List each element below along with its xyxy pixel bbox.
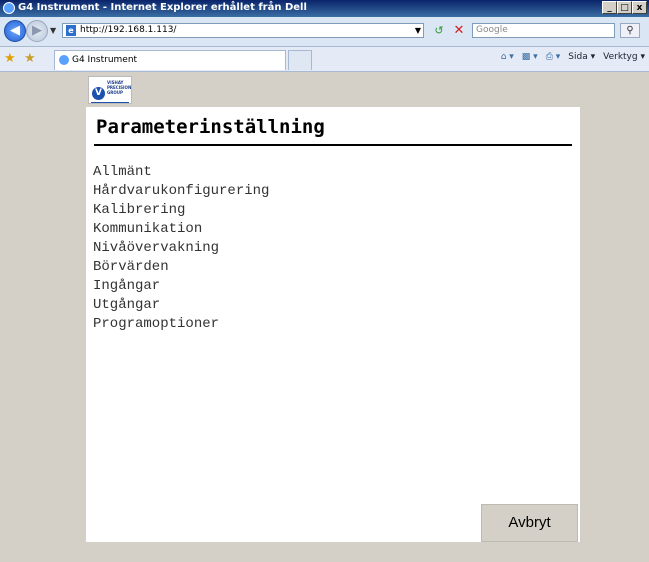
logo-underline: [91, 102, 129, 103]
address-toolbar: ◀ ▶ ▼ e http://192.168.1.113/ ▼ ↺ ✕ Goog…: [0, 17, 649, 47]
arrow-right-icon: ▶: [32, 23, 42, 38]
print-icon[interactable]: ⎙ ▾: [546, 52, 561, 62]
search-icon[interactable]: ⚲: [620, 23, 640, 38]
search-input[interactable]: Google: [472, 23, 615, 38]
back-button[interactable]: ◀: [4, 20, 26, 42]
tab-toolbar: ★ ★ G4 Instrument ⌂ ▾ ▩ ▾ ⎙ ▾ Sida ▾ Ver…: [0, 47, 649, 72]
window-controls: _ □ x: [602, 1, 647, 14]
history-dropdown-icon[interactable]: ▼: [50, 26, 56, 35]
menu-item-hardvarukonfigurering[interactable]: Hårdvarukonfigurering: [93, 182, 269, 201]
menu-item-allmant[interactable]: Allmänt: [93, 163, 269, 182]
command-bar: ⌂ ▾ ▩ ▾ ⎙ ▾ Sida ▾ Verktyg ▾: [501, 52, 645, 62]
page-title: Parameterinställning: [96, 116, 325, 138]
feeds-icon[interactable]: ▩ ▾: [522, 52, 538, 62]
favorites-star-icon[interactable]: ★: [4, 51, 16, 66]
title-divider: [94, 144, 572, 146]
tools-menu[interactable]: Verktyg ▾: [603, 52, 645, 62]
vishay-logo: V VISHAY PRECISION GROUP: [88, 76, 132, 104]
ie-icon: [59, 55, 69, 65]
menu-item-borvarden[interactable]: Börvärden: [93, 258, 269, 277]
logo-mark: V: [92, 87, 105, 100]
minimize-button[interactable]: _: [602, 1, 617, 14]
refresh-icon[interactable]: ↺: [431, 23, 447, 38]
stop-icon[interactable]: ✕: [451, 23, 467, 38]
page-menu-label: Sida: [568, 52, 588, 62]
window-titlebar: G4 Instrument - Internet Explorer erhåll…: [0, 0, 649, 17]
cancel-button[interactable]: Avbryt: [481, 504, 578, 542]
address-dropdown-icon[interactable]: ▼: [415, 24, 421, 37]
tab-label: G4 Instrument: [72, 55, 138, 65]
window-title: G4 Instrument - Internet Explorer erhåll…: [18, 2, 307, 13]
tab-g4-instrument[interactable]: G4 Instrument: [54, 50, 286, 70]
menu-item-utgangar[interactable]: Utgångar: [93, 296, 269, 315]
close-button[interactable]: x: [632, 1, 647, 14]
arrow-left-icon: ◀: [10, 23, 20, 38]
menu-item-ingangar[interactable]: Ingångar: [93, 277, 269, 296]
page-menu[interactable]: Sida ▾: [568, 52, 595, 62]
menu-item-kommunikation[interactable]: Kommunikation: [93, 220, 269, 239]
page-icon: e: [66, 25, 76, 36]
menu-item-nivaovervakning[interactable]: Nivåövervakning: [93, 239, 269, 258]
forward-button[interactable]: ▶: [26, 20, 48, 42]
add-favorites-icon[interactable]: ★: [24, 51, 36, 66]
home-icon[interactable]: ⌂ ▾: [501, 52, 514, 62]
new-tab-button[interactable]: [288, 50, 312, 70]
tools-menu-label: Verktyg: [603, 52, 638, 62]
logo-text: VISHAY PRECISION GROUP: [107, 80, 132, 95]
maximize-button[interactable]: □: [617, 1, 632, 14]
menu-item-kalibrering[interactable]: Kalibrering: [93, 201, 269, 220]
menu-item-programoptioner[interactable]: Programoptioner: [93, 315, 269, 334]
address-url: http://192.168.1.113/: [80, 25, 177, 35]
parameter-menu: Allmänt Hårdvarukonfigurering Kalibrerin…: [93, 163, 269, 334]
ie-icon: [3, 2, 15, 14]
address-field[interactable]: e http://192.168.1.113/ ▼: [62, 23, 424, 38]
settings-panel: Parameterinställning Allmänt Hårdvarukon…: [86, 107, 580, 542]
